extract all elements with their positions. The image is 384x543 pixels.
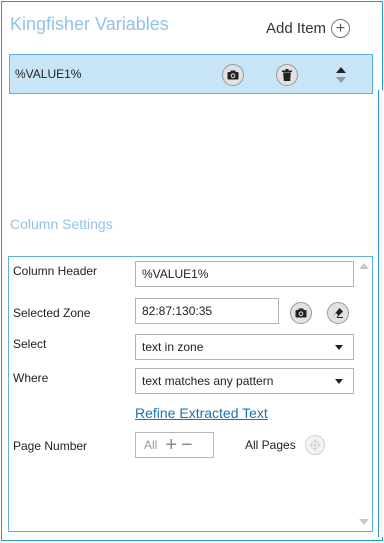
column-header-label: Column Header xyxy=(13,264,98,278)
capture-zone-button[interactable] xyxy=(222,64,244,86)
scroll-up-icon[interactable] xyxy=(359,263,369,269)
panel-title: Kingfisher Variables xyxy=(10,14,169,34)
delete-button[interactable] xyxy=(276,64,298,86)
column-settings-title: Column Settings xyxy=(10,216,113,232)
trash-icon xyxy=(282,69,292,81)
selected-zone-label: Selected Zone xyxy=(13,306,91,320)
chevron-down-icon xyxy=(335,379,343,384)
scroll-down-icon[interactable] xyxy=(359,519,369,525)
camera-icon xyxy=(295,308,307,318)
selected-zone-value: 82:87:130:35 xyxy=(142,304,213,318)
add-item-button[interactable]: Add Item + xyxy=(266,19,351,38)
plus-circle-icon: + xyxy=(331,19,351,38)
camera-icon xyxy=(227,70,239,80)
page-number-input[interactable]: All + − xyxy=(135,432,214,458)
page-number-value: All xyxy=(144,438,158,452)
zone-capture-button[interactable] xyxy=(290,302,312,324)
eraser-icon xyxy=(333,308,343,318)
zone-clear-button[interactable] xyxy=(327,302,349,324)
chevron-down-icon xyxy=(335,345,343,350)
select-dropdown[interactable]: text in zone xyxy=(135,334,354,360)
all-pages-toggle[interactable] xyxy=(305,435,325,455)
column-header-value: %VALUE1% xyxy=(142,267,209,281)
page-number-label: Page Number xyxy=(13,439,88,453)
add-item-label: Add Item xyxy=(266,20,327,37)
right-scroll-strip[interactable] xyxy=(378,90,383,537)
refine-extracted-text-link[interactable]: Refine Extracted Text xyxy=(135,405,268,421)
where-label: Where xyxy=(13,371,49,385)
minus-icon[interactable]: − xyxy=(181,435,193,455)
reorder-arrows[interactable] xyxy=(332,65,350,85)
variable-name: %VALUE1% xyxy=(15,67,82,81)
select-label: Select xyxy=(13,337,47,351)
reorder-icon xyxy=(336,67,346,83)
plus-icon[interactable]: + xyxy=(165,435,177,455)
select-value: text in zone xyxy=(142,340,204,354)
variable-row[interactable]: %VALUE1% xyxy=(9,54,373,94)
all-pages-label: All Pages xyxy=(245,438,296,452)
column-header-input[interactable]: %VALUE1% xyxy=(135,261,354,287)
crosshair-icon xyxy=(309,439,321,451)
where-dropdown[interactable]: text matches any pattern xyxy=(135,368,354,394)
selected-zone-input[interactable]: 82:87:130:35 xyxy=(135,298,279,324)
where-value: text matches any pattern xyxy=(142,374,274,388)
